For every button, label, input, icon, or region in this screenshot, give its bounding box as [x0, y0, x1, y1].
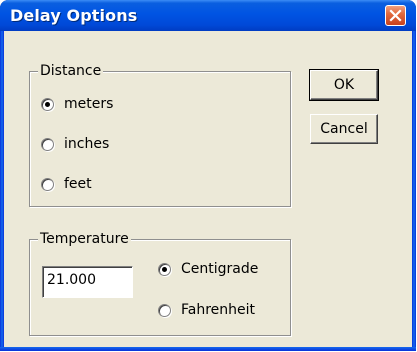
radio-feet[interactable]: feet: [41, 176, 92, 192]
distance-groupbox: Distance meters inches feet: [29, 63, 291, 207]
temperature-legend: Temperature: [38, 231, 131, 247]
title-bar[interactable]: Delay Options: [0, 0, 416, 31]
radio-meters[interactable]: meters: [41, 96, 113, 112]
cancel-button[interactable]: Cancel: [310, 114, 378, 144]
radio-label-feet: feet: [64, 176, 92, 192]
radio-inches[interactable]: inches: [41, 136, 109, 152]
window-frame-bottom: [0, 347, 416, 351]
radio-centigrade[interactable]: Centigrade: [158, 261, 258, 277]
radio-label-centigrade: Centigrade: [181, 261, 259, 277]
radio-button-meters[interactable]: [41, 97, 54, 111]
radio-label-fahrenheit: Fahrenheit: [181, 302, 256, 318]
dialog-window: Delay Options Distance meters inches fee…: [0, 0, 416, 351]
window-frame-right: [412, 31, 416, 351]
radio-label-meters: meters: [64, 96, 114, 112]
radio-label-inches: inches: [64, 136, 110, 152]
close-button[interactable]: [385, 5, 406, 26]
radio-button-fahrenheit[interactable]: [158, 303, 171, 317]
radio-fahrenheit[interactable]: Fahrenheit: [158, 302, 255, 318]
radio-button-feet[interactable]: [41, 177, 54, 191]
close-icon: [389, 9, 402, 22]
distance-legend: Distance: [38, 63, 104, 79]
dialog-client-area: Distance meters inches feet Temperature …: [4, 31, 412, 347]
temperature-groupbox: Temperature 21.000 Centigrade Fahrenheit: [29, 231, 291, 336]
radio-button-inches[interactable]: [41, 137, 54, 151]
ok-button[interactable]: OK: [309, 69, 379, 101]
temperature-input[interactable]: 21.000: [42, 266, 133, 298]
window-title: Delay Options: [10, 6, 138, 25]
radio-button-centigrade[interactable]: [158, 262, 171, 276]
